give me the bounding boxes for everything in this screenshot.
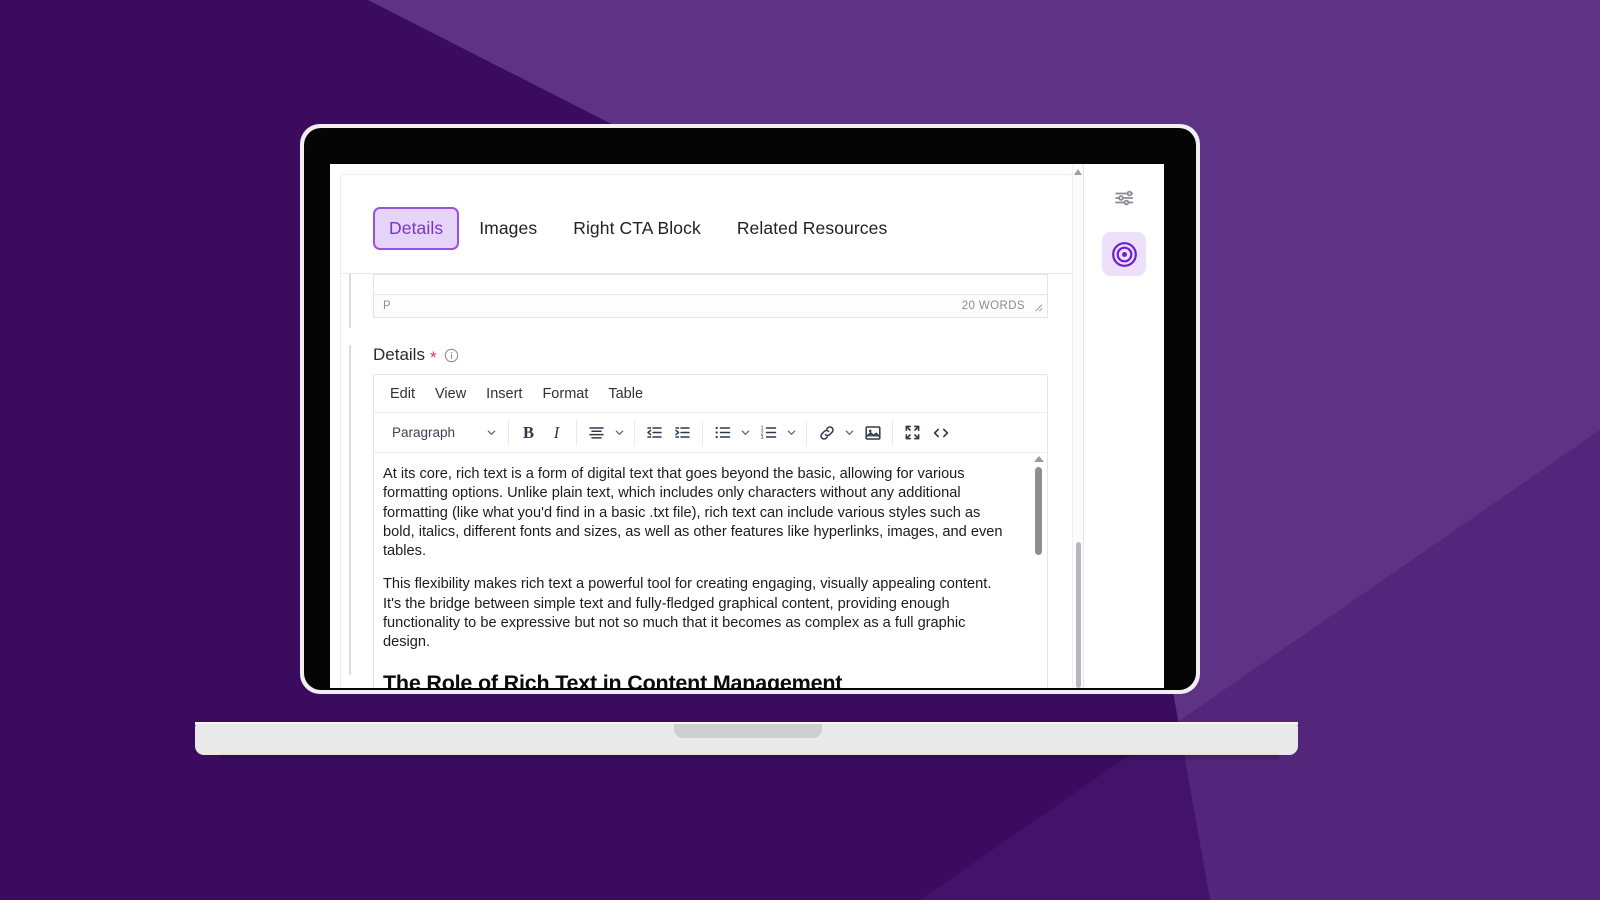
rail-target-button[interactable] (1102, 232, 1146, 276)
fullscreen-icon[interactable] (899, 419, 926, 446)
toolbar-group-lists: 1 2 3 (703, 419, 807, 446)
menu-insert-label: Insert (486, 385, 523, 402)
word-count-label: 20 WORDS (961, 300, 1025, 312)
previous-editor-body[interactable] (373, 274, 1048, 294)
toolbar-group-blockformat: Paragraph (380, 419, 509, 446)
align-chevron-icon[interactable] (611, 419, 628, 446)
menu-view[interactable]: View (427, 382, 474, 406)
link-icon[interactable] (813, 419, 840, 446)
rich-text-editor: Edit View Insert Format Table Paragraph … (373, 374, 1048, 688)
cms-application: Details Images Right CTA Block Related R… (330, 164, 1164, 688)
scroll-up-arrow-icon[interactable] (1033, 456, 1044, 462)
menu-view-label: View (435, 385, 467, 402)
resize-grip-icon[interactable] (1032, 301, 1043, 312)
italic-label: I (553, 422, 560, 442)
right-rail (1084, 164, 1164, 688)
tab-images-label: Images (479, 218, 538, 238)
numbered-list-icon[interactable]: 1 2 3 (755, 419, 782, 446)
document-paragraph: This flexibility makes rich text a power… (383, 576, 992, 651)
tab-related-resources-label: Related Resources (736, 218, 888, 238)
menu-format-label: Format (542, 385, 589, 402)
bold-label: B (522, 422, 534, 442)
page-vertical-scrollbar[interactable] (1072, 164, 1083, 688)
block-format-value: Paragraph (392, 425, 456, 440)
indent-icon[interactable] (669, 419, 696, 446)
element-path-label[interactable]: P (383, 300, 391, 312)
details-field-accent-rule (349, 345, 351, 675)
toolbar-group-view (893, 420, 960, 446)
previous-editor-partial: P 20 WORDS (373, 274, 1048, 318)
bullet-list-chevron-icon[interactable] (737, 419, 754, 446)
document-heading: The Role of Rich Text in Content Managem… (383, 670, 843, 688)
italic-icon[interactable]: I (543, 419, 570, 446)
menu-format[interactable]: Format (534, 382, 596, 406)
menu-edit[interactable]: Edit (382, 382, 423, 406)
tab-related-resources[interactable]: Related Resources (721, 207, 904, 250)
tab-right-cta-block[interactable]: Right CTA Block (557, 207, 717, 250)
document-paragraph: At its core, rich text is a form of digi… (383, 466, 1003, 560)
block-format-select[interactable]: Paragraph (386, 419, 502, 446)
details-field-label: Details (373, 345, 425, 364)
tab-right-cta-block-label: Right CTA Block (573, 218, 701, 238)
upper-field-block: P 20 WORDS (349, 274, 1072, 328)
required-marker: * (429, 347, 437, 367)
laptop-base-notch (674, 724, 822, 738)
svg-text:3: 3 (761, 435, 764, 441)
target-bullseye-icon (1111, 241, 1137, 267)
page-scrollbar-thumb[interactable] (1076, 542, 1081, 688)
info-circle-icon[interactable] (444, 348, 459, 363)
outdent-icon[interactable] (641, 419, 668, 446)
laptop-base-shadow (220, 755, 1280, 759)
menu-insert[interactable]: Insert (478, 382, 530, 406)
page-scroll-up-arrow-icon[interactable] (1074, 169, 1082, 175)
tab-details-label: Details (389, 218, 444, 238)
editor-toolbar: Paragraph B I 1 2 3 (374, 413, 1047, 453)
main-content-column: Details Images Right CTA Block Related R… (330, 164, 1084, 688)
toolbar-group-align (577, 419, 635, 446)
editor-menubar: Edit View Insert Format Table (374, 375, 1047, 413)
rail-settings-button[interactable] (1102, 176, 1146, 220)
bullet-list-icon[interactable] (709, 419, 736, 446)
numbered-list-chevron-icon[interactable] (783, 419, 800, 446)
tab-images[interactable]: Images (463, 207, 553, 250)
link-chevron-icon[interactable] (841, 419, 858, 446)
sliders-icon (1115, 190, 1134, 206)
toolbar-group-indent (635, 419, 703, 446)
block-format-chevron-icon (487, 430, 496, 435)
editor-scrollbar-thumb[interactable] (1035, 467, 1042, 555)
screenshot-stage: Details Images Right CTA Block Related R… (0, 0, 1600, 900)
form-scroll-region: P 20 WORDS Details * Edit View Insert Fo… (340, 274, 1073, 688)
source-code-icon[interactable] (927, 419, 954, 446)
menu-table-label: Table (608, 385, 644, 402)
editor-vertical-scrollbar[interactable] (1032, 455, 1045, 688)
previous-editor-statusbar: P 20 WORDS (373, 294, 1048, 318)
details-field-block: Details * Edit View Insert Format Table … (349, 345, 1072, 688)
tab-details[interactable]: Details (373, 207, 460, 250)
toolbar-group-insert (807, 419, 893, 446)
laptop-mockup: Details Images Right CTA Block Related R… (195, 124, 1298, 764)
details-label-row: Details * (373, 345, 1072, 367)
laptop-screen: Details Images Right CTA Block Related R… (330, 164, 1164, 688)
field-accent-rule (349, 274, 351, 328)
editor-content-area[interactable]: At its core, rich text is a form of digi… (374, 453, 1047, 688)
toolbar-group-inline: B I (509, 419, 577, 446)
tab-bar: Details Images Right CTA Block Related R… (340, 174, 1073, 274)
menu-edit-label: Edit (390, 385, 415, 402)
bold-icon[interactable]: B (515, 419, 542, 446)
menu-table[interactable]: Table (600, 382, 651, 406)
align-center-icon[interactable] (583, 419, 610, 446)
insert-image-icon[interactable] (859, 419, 886, 446)
